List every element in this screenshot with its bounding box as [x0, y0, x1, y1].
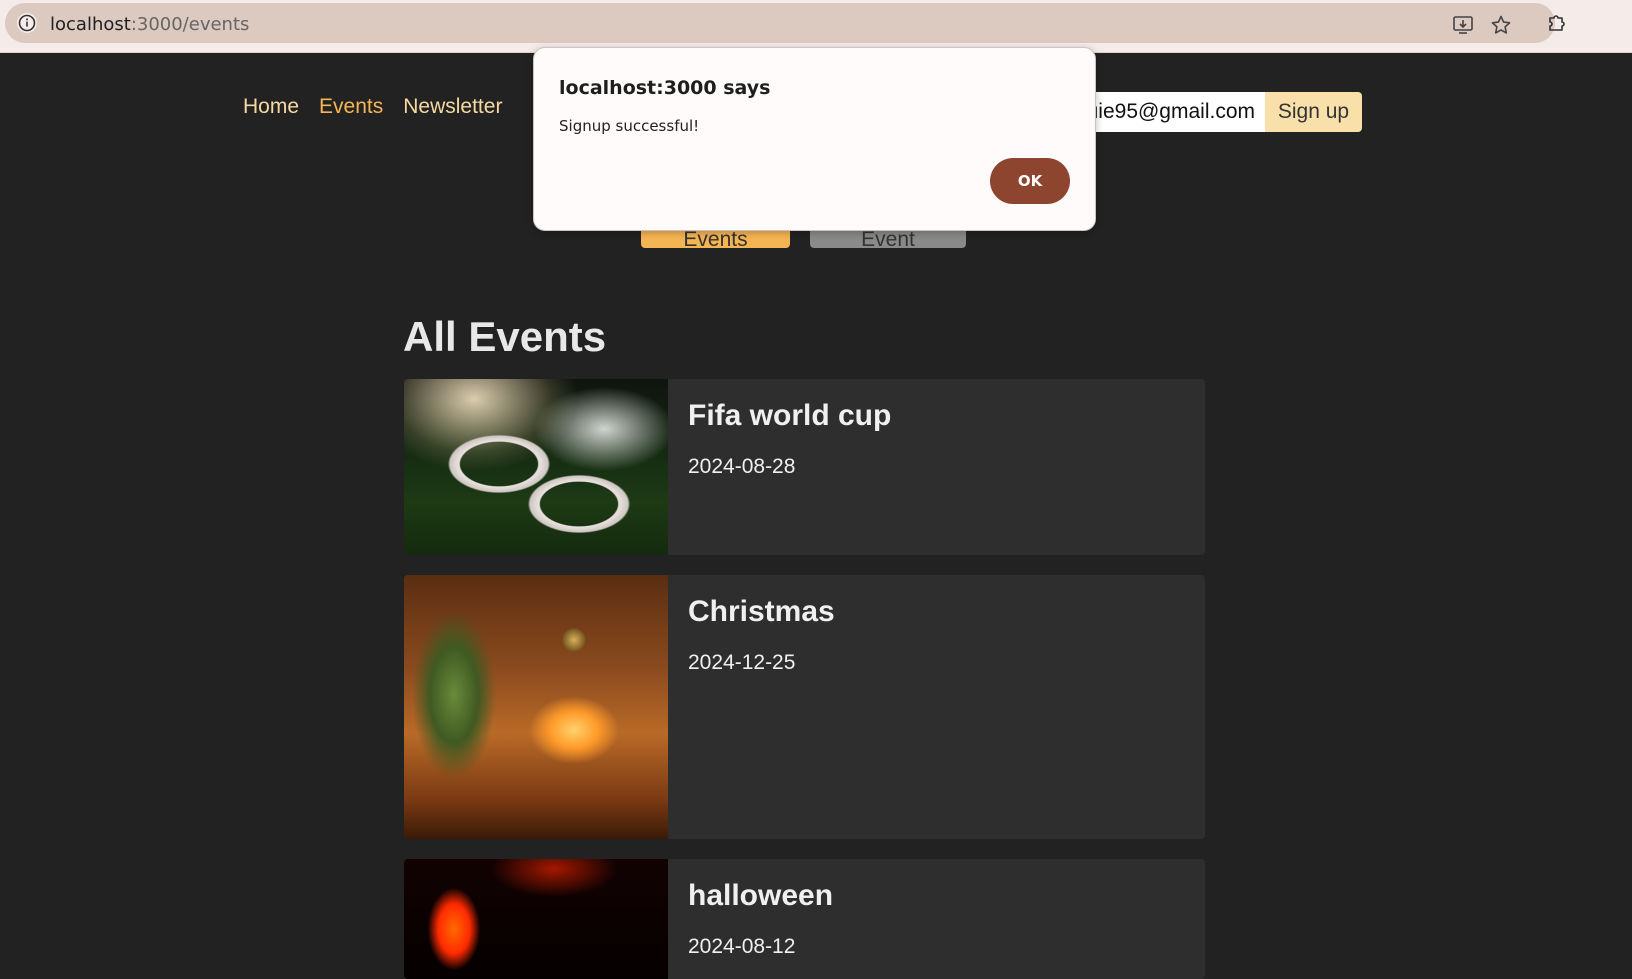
bookmark-star-icon[interactable]: [1490, 14, 1512, 36]
nav-home-link[interactable]: Home: [243, 95, 299, 119]
event-title: Christmas: [688, 595, 835, 628]
event-title: halloween: [688, 879, 834, 912]
nav-newsletter-link[interactable]: Newsletter: [403, 95, 502, 119]
event-date: 2024-08-28: [688, 455, 796, 478]
page-title: All Events: [403, 313, 607, 360]
browser-toolbar: localhost:3000/events: [0, 0, 1632, 53]
main-nav: Home Events Newsletter: [243, 95, 502, 119]
event-info: Christmas 2024-12-25: [668, 575, 855, 839]
nav-events-link[interactable]: Events: [319, 95, 383, 119]
event-date: 2024-08-12: [688, 935, 796, 958]
event-image: [404, 859, 668, 979]
event-info: Fifa world cup 2024-08-28: [668, 379, 911, 555]
extensions-icon[interactable]: [1546, 11, 1568, 33]
address-bar[interactable]: localhost:3000/events: [5, 3, 1555, 43]
newsletter-signup-form: Sign up: [1060, 92, 1362, 132]
alert-dialog: localhost:3000 says Signup successful! O…: [533, 47, 1096, 231]
dialog-message: Signup successful!: [559, 117, 700, 135]
event-card[interactable]: halloween 2024-08-12: [404, 859, 1205, 979]
event-info: halloween 2024-08-12: [668, 859, 853, 979]
event-date: 2024-12-25: [688, 651, 796, 674]
dialog-title: localhost:3000 says: [559, 77, 771, 99]
event-card[interactable]: Fifa world cup 2024-08-28: [404, 379, 1205, 555]
event-image: [404, 575, 668, 839]
info-icon[interactable]: [17, 13, 37, 33]
event-image: [404, 379, 668, 555]
signup-button[interactable]: Sign up: [1265, 92, 1362, 132]
event-card[interactable]: Christmas 2024-12-25: [404, 575, 1205, 839]
url-host: localhost: [50, 14, 131, 35]
ok-button[interactable]: OK: [990, 158, 1070, 204]
url-text[interactable]: localhost:3000/events: [50, 14, 249, 35]
install-app-icon[interactable]: [1452, 14, 1474, 36]
event-title: Fifa world cup: [688, 399, 892, 432]
url-path: :3000/events: [130, 14, 250, 35]
